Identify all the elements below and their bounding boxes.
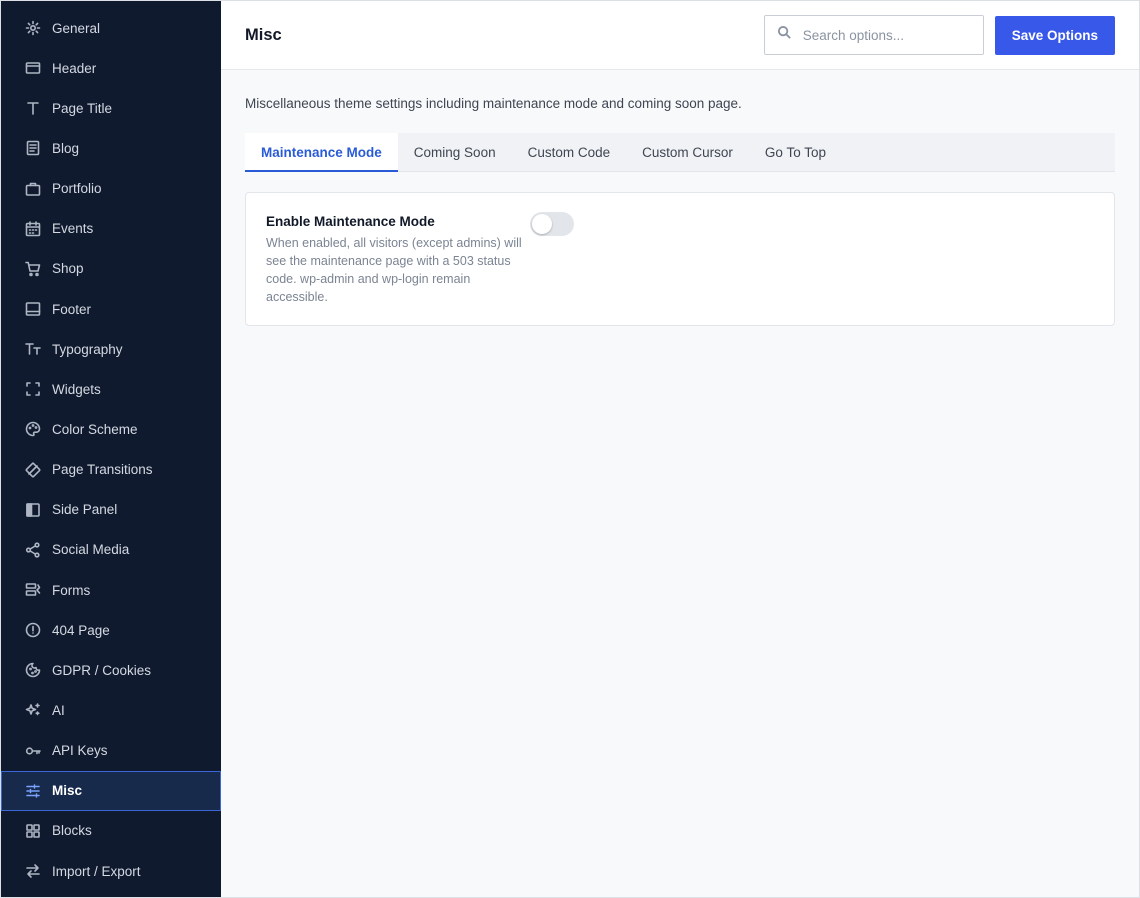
- sidebar-item-label: API Keys: [52, 743, 108, 759]
- sidebar-item-label: Typography: [52, 341, 123, 357]
- sidebar-item-label: 404 Page: [52, 622, 110, 638]
- sidebar-item-misc[interactable]: Misc: [1, 770, 221, 811]
- sidebar-item-page-title[interactable]: Page Title: [1, 88, 221, 128]
- calendar-icon: [24, 220, 41, 237]
- sidebar-item-general[interactable]: General: [1, 8, 221, 48]
- sidebar-item-label: Widgets: [52, 381, 101, 397]
- sidebar-item-label: Social Media: [52, 542, 130, 558]
- sidebar-item-label: AI: [52, 702, 65, 718]
- sidebar-item-label: Forms: [52, 582, 91, 598]
- sidebar-item-widgets[interactable]: Widgets: [1, 369, 221, 409]
- key-icon: [24, 742, 41, 759]
- side-panel-icon: [24, 501, 41, 518]
- sidebar-item-color-scheme[interactable]: Color Scheme: [1, 409, 221, 449]
- tab-bar: Maintenance Mode Coming Soon Custom Code…: [245, 133, 1115, 172]
- forms-icon: [24, 582, 41, 599]
- top-bar: Misc Save Options: [221, 1, 1139, 70]
- sidebar-item-label: General: [52, 20, 101, 36]
- sidebar-item-label: Page Transitions: [52, 462, 153, 478]
- sidebar-item-label: Shop: [52, 261, 84, 277]
- sidebar-item-label: Page Title: [52, 100, 113, 116]
- blog-icon: [24, 140, 41, 157]
- header-icon: [24, 60, 41, 77]
- sidebar-item-label: Blog: [52, 140, 80, 156]
- search-icon: [777, 25, 792, 45]
- setting-label: Enable Maintenance Mode: [266, 214, 435, 229]
- sidebar-item-shop[interactable]: Shop: [1, 249, 221, 289]
- sidebar-item-page-transitions[interactable]: Page Transitions: [1, 450, 221, 490]
- sidebar-item-404-page[interactable]: 404 Page: [1, 610, 221, 650]
- sliders-icon: [24, 782, 41, 799]
- briefcase-icon: [24, 180, 41, 197]
- blocks-icon: [24, 822, 41, 839]
- content-area: Miscellaneous theme settings including m…: [221, 70, 1139, 326]
- sidebar-item-footer[interactable]: Footer: [1, 289, 221, 329]
- sidebar: General Header Page Title Blog Portfolio…: [1, 1, 221, 897]
- tab-maintenance-mode[interactable]: Maintenance Mode: [245, 133, 398, 172]
- search-box[interactable]: [763, 15, 984, 55]
- sidebar-item-label: Side Panel: [52, 502, 118, 518]
- sidebar-item-label: Color Scheme: [52, 421, 138, 437]
- search-input[interactable]: [802, 27, 973, 43]
- maintenance-mode-toggle[interactable]: [530, 212, 574, 236]
- share-icon: [24, 541, 41, 558]
- cart-icon: [24, 260, 41, 277]
- sidebar-item-label: Events: [52, 221, 94, 237]
- sidebar-item-label: Blocks: [52, 823, 92, 839]
- app-window: General Header Page Title Blog Portfolio…: [0, 0, 1140, 898]
- typography-icon: [24, 341, 41, 358]
- setting-card: Enable Maintenance Mode When enabled, al…: [245, 192, 1115, 326]
- sidebar-item-ai[interactable]: AI: [1, 690, 221, 730]
- sidebar-item-blocks[interactable]: Blocks: [1, 811, 221, 851]
- palette-icon: [24, 421, 41, 438]
- transitions-icon: [24, 461, 41, 478]
- sidebar-item-label: Header: [52, 60, 97, 76]
- title-icon: [24, 100, 41, 117]
- tab-custom-code[interactable]: Custom Code: [512, 133, 627, 171]
- cookie-icon: [24, 662, 41, 679]
- swap-icon: [24, 863, 41, 880]
- footer-icon: [24, 301, 41, 318]
- sidebar-item-label: Import / Export: [52, 863, 141, 879]
- tab-custom-cursor[interactable]: Custom Cursor: [626, 133, 749, 171]
- sidebar-item-label: Portfolio: [52, 181, 102, 197]
- sidebar-item-label: GDPR / Cookies: [52, 662, 152, 678]
- sidebar-item-api-keys[interactable]: API Keys: [1, 731, 221, 771]
- sidebar-item-events[interactable]: Events: [1, 209, 221, 249]
- sidebar-item-blog[interactable]: Blog: [1, 128, 221, 168]
- widgets-icon: [24, 381, 41, 398]
- setting-text: Enable Maintenance Mode When enabled, al…: [266, 214, 530, 306]
- sidebar-item-forms[interactable]: Forms: [1, 570, 221, 610]
- alert-circle-icon: [24, 622, 41, 639]
- tab-go-to-top[interactable]: Go To Top: [749, 133, 842, 171]
- toggle-knob: [532, 214, 552, 234]
- setting-description: When enabled, all visitors (except admin…: [266, 236, 522, 304]
- sidebar-item-import-export[interactable]: Import / Export: [1, 851, 221, 891]
- tab-coming-soon[interactable]: Coming Soon: [398, 133, 512, 171]
- sidebar-item-side-panel[interactable]: Side Panel: [1, 490, 221, 530]
- gear-icon: [24, 20, 41, 37]
- save-options-button[interactable]: Save Options: [994, 15, 1115, 55]
- sidebar-item-label: Misc: [52, 783, 83, 799]
- main-panel: Misc Save Options Miscellaneous theme se…: [221, 1, 1139, 897]
- sidebar-item-typography[interactable]: Typography: [1, 329, 221, 369]
- section-description: Miscellaneous theme settings including m…: [245, 96, 742, 111]
- sidebar-item-portfolio[interactable]: Portfolio: [1, 169, 221, 209]
- sidebar-item-label: Footer: [52, 301, 92, 317]
- sidebar-item-gdpr-cookies[interactable]: GDPR / Cookies: [1, 650, 221, 690]
- sidebar-item-header[interactable]: Header: [1, 48, 221, 88]
- sparkles-icon: [24, 702, 41, 719]
- sidebar-item-social-media[interactable]: Social Media: [1, 530, 221, 570]
- page-title: Misc: [245, 25, 282, 44]
